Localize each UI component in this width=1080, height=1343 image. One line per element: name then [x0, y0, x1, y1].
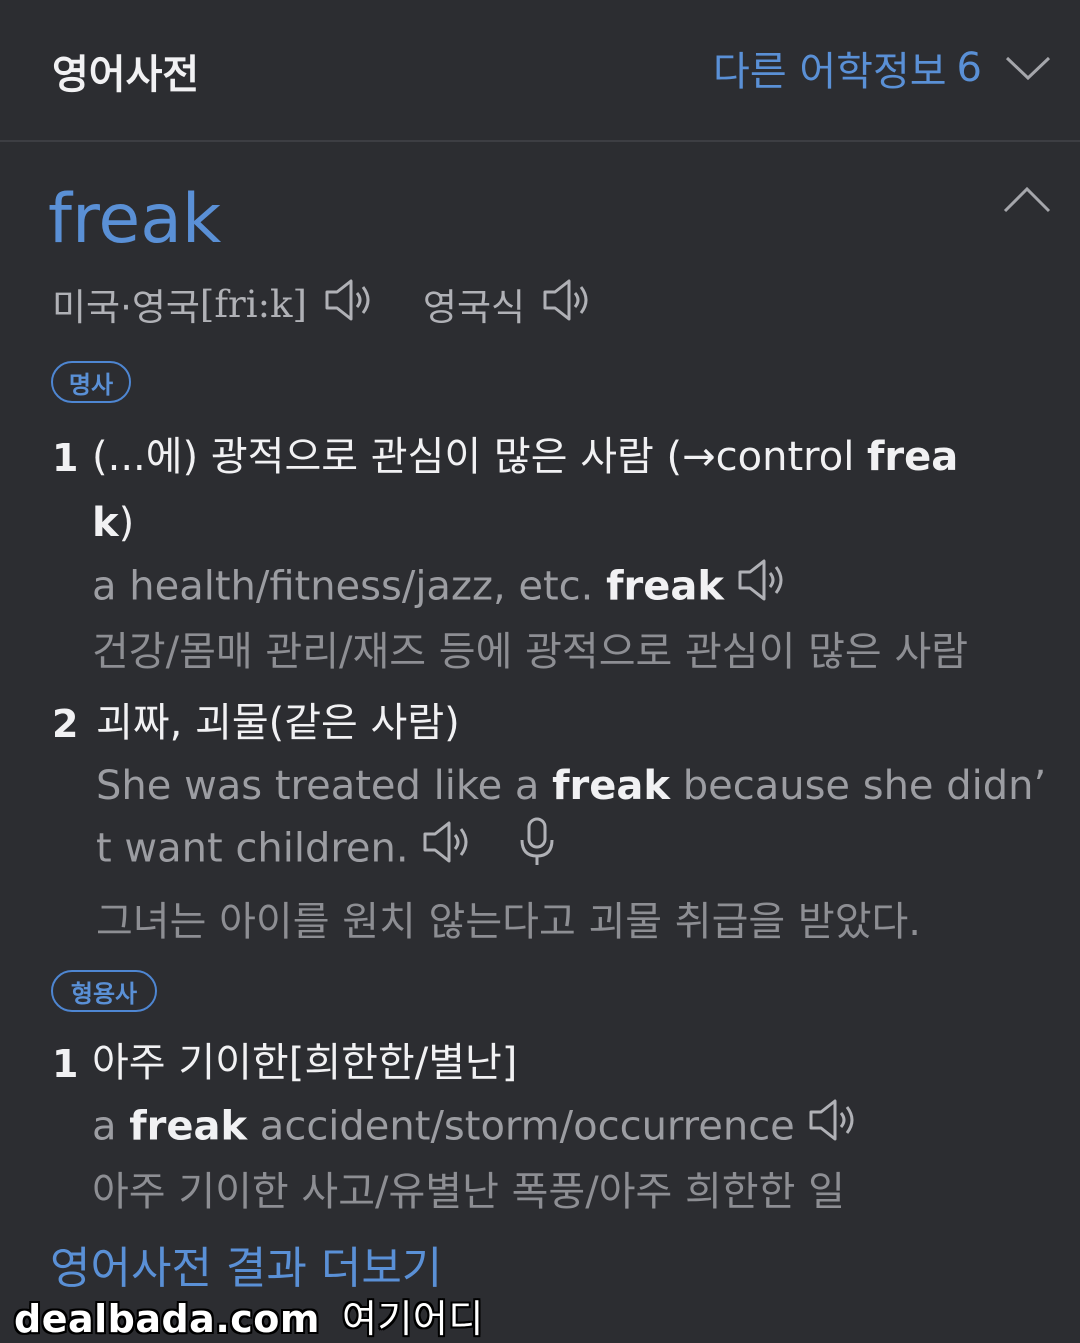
sense-number: 1	[52, 1042, 79, 1086]
sense-noun-2: 2 괴짜, 괴물(같은 사람) She was treated like a f…	[52, 690, 1047, 959]
example-sentence-cont: t want children.	[96, 816, 1042, 885]
other-info-label: 다른 어학정보	[713, 49, 947, 95]
sense-noun-1: 1 (...에) 광적으로 관심이 많은 사람 (→control frea k…	[52, 424, 1042, 683]
dictionary-header: 영어사전 다른 어학정보 6	[0, 0, 1080, 142]
example-sentence: a health/fitness/jazz, etc. freak	[92, 556, 1042, 621]
sense-number: 2	[52, 702, 79, 746]
pos-badge-adjective: 형용사	[51, 970, 157, 1012]
pronunciation-row: 미국·영국 [fri:k] 영국식	[52, 278, 593, 330]
pronunciation-region: 미국·영국	[52, 286, 200, 329]
pos-badge-noun: 명사	[51, 361, 131, 403]
example-translation: 그녀는 아이를 원치 않는다고 괴물 취급을 받았다.	[96, 899, 922, 945]
example-sentence: She was treated like a freak because she…	[96, 763, 1047, 809]
sense-number: 1	[52, 436, 79, 480]
watermark-site: dealbada.com	[14, 1297, 320, 1341]
microphone-icon[interactable]	[517, 816, 557, 885]
speaker-icon[interactable]	[421, 818, 473, 883]
uk-pronunciation-label: 영국식	[422, 286, 526, 329]
watermark: dealbada.com 여기어디	[14, 1288, 484, 1343]
other-info-count: 6	[956, 45, 982, 91]
example-translation: 건강/몸매 관리/재즈 등에 광적으로 관심이 많은 사람	[92, 629, 969, 675]
sense-adjective-1: 1 아주 기이한[희한한/별난] a freak accident/storm/…	[52, 1030, 1042, 1223]
more-results-link[interactable]: 영어사전 결과 더보기	[50, 1232, 442, 1296]
sense-meaning-cont: k)	[92, 500, 135, 546]
section-title: 영어사전	[52, 52, 200, 98]
headword: freak	[48, 180, 222, 259]
watermark-tag: 여기어디	[342, 1297, 484, 1341]
chevron-up-icon	[1003, 186, 1051, 213]
speaker-icon[interactable]	[736, 556, 788, 621]
example-translation: 아주 기이한 사고/유별난 폭풍/아주 희한한 일	[92, 1169, 845, 1215]
pronunciation-ipa: [fri:k]	[199, 282, 307, 326]
speaker-icon[interactable]	[541, 276, 593, 333]
sense-meaning: (...에) 광적으로 관심이 많은 사람 (→control frea	[92, 434, 959, 480]
sense-meaning: 아주 기이한[희한한/별난]	[92, 1040, 518, 1086]
other-language-info-button[interactable]: 다른 어학정보 6	[713, 40, 1052, 96]
speaker-icon[interactable]	[807, 1096, 859, 1161]
sense-meaning: 괴짜, 괴물(같은 사람)	[96, 700, 460, 746]
chevron-down-icon	[1005, 56, 1051, 81]
speaker-icon[interactable]	[323, 276, 375, 333]
example-sentence: a freak accident/storm/occurrence	[92, 1096, 1042, 1161]
collapse-button[interactable]	[1002, 185, 1052, 219]
